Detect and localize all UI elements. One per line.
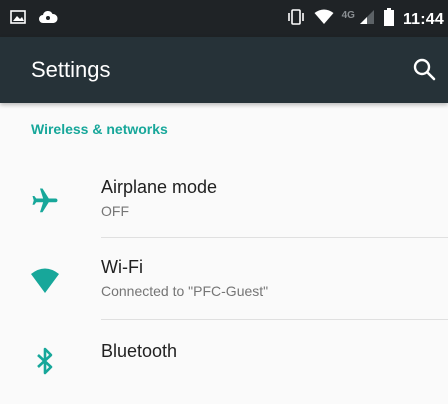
status-bar: 4G 11:44 [0, 0, 448, 37]
signal-icon [359, 9, 375, 30]
section-header-wireless: Wireless & networks [31, 121, 168, 137]
battery-icon [383, 8, 395, 31]
status-right: 4G 11:44 [286, 8, 444, 31]
setting-item-title: Wi-Fi [101, 257, 143, 277]
status-left [10, 9, 58, 30]
status-time: 11:44 [402, 10, 444, 28]
page-title: Settings [31, 57, 111, 82]
bluetooth-icon [30, 346, 60, 376]
divider [101, 319, 448, 320]
network-type-label: 4G [341, 10, 355, 21]
setting-item-title: Airplane mode [101, 177, 218, 197]
cloud-icon [38, 9, 58, 30]
setting-item-airplane-mode[interactable]: Airplane mode OFF [0, 160, 448, 242]
image-icon [10, 9, 26, 30]
setting-item-bluetooth[interactable]: Bluetooth [0, 322, 448, 404]
divider [101, 237, 448, 238]
app-bar: Settings [0, 37, 448, 103]
wifi-status-icon [314, 9, 334, 30]
setting-item-summary: OFF [101, 203, 129, 219]
setting-item-wifi[interactable]: Wi-Fi Connected to "PFC-Guest" [0, 240, 448, 322]
vibrate-icon [286, 8, 306, 31]
setting-item-title: Bluetooth [101, 341, 178, 361]
search-icon [413, 58, 436, 81]
setting-item-summary: Connected to "PFC-Guest" [101, 283, 269, 299]
search-button[interactable] [408, 53, 442, 87]
airplane-icon [30, 186, 60, 216]
wifi-icon [30, 266, 60, 296]
